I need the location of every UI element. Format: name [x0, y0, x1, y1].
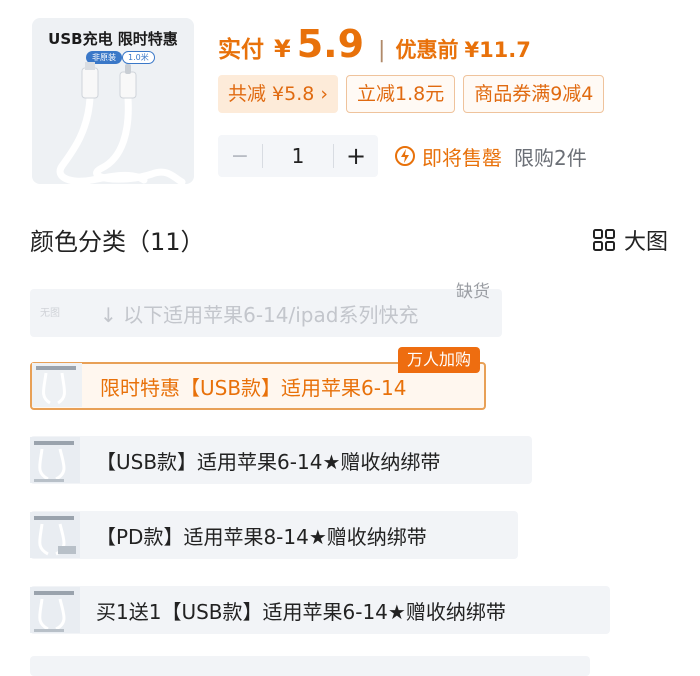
popular-badge: 万人加购	[398, 347, 481, 373]
instant-discount-badge: 立减1.8元	[345, 75, 456, 113]
option-label: ↓ 以下适用苹果6-14/ipad系列快充	[100, 302, 419, 327]
price-row: 实付 ¥ 5.9 | 优惠前 ¥11.7	[218, 22, 531, 70]
cable-illustration	[56, 62, 186, 184]
increase-quantity-button[interactable]: +	[334, 142, 378, 170]
coupon-badge: 商品券满9减4	[463, 75, 605, 113]
product-image[interactable]: USB充电 限时特惠 非原装 1.0米	[32, 18, 194, 184]
option-item[interactable]: 【PD款】适用苹果8-14★赠收纳绑带	[30, 511, 518, 559]
option-item[interactable]: 买1送1【USB款】适用苹果6-14★赠收纳绑带	[30, 586, 610, 634]
no-image-label: 无图	[40, 308, 60, 319]
cable-thumbnail-image	[30, 587, 80, 633]
lightning-circle-icon	[395, 146, 415, 166]
currency-symbol: ¥	[274, 35, 291, 63]
option-label: 【USB款】适用苹果6-14★赠收纳绑带	[96, 449, 441, 474]
purchase-limit: 限购2件	[514, 145, 587, 170]
discount-list: 共减 ¥5.8 › 立减1.8元 商品券满9减4	[218, 75, 605, 113]
large-view-toggle[interactable]: 大图	[592, 224, 668, 256]
cable-thumbnail-image	[32, 363, 82, 407]
sold-out-badge: 缺货	[456, 282, 490, 302]
option-item[interactable]	[30, 656, 590, 676]
option-thumbnail	[30, 437, 80, 483]
option-thumbnail	[30, 587, 80, 633]
color-category-title: 颜色分类（11）	[30, 228, 205, 256]
option-thumbnail	[30, 512, 80, 558]
option-label: 买1送1【USB款】适用苹果6-14★赠收纳绑带	[96, 599, 506, 624]
stock-status: 即将售罄 限购2件	[394, 140, 587, 172]
decrease-quantity-button[interactable]: −	[218, 144, 262, 169]
price-separator: |	[378, 38, 386, 63]
option-thumbnail-placeholder: 无图	[30, 290, 80, 336]
quantity-input[interactable]: 1	[263, 144, 333, 168]
stock-status-text: 即将售罄	[422, 145, 502, 170]
quantity-stepper: − 1 +	[218, 135, 378, 177]
option-thumbnail	[32, 363, 82, 409]
option-item-disabled: 无图 ↓ 以下适用苹果6-14/ipad系列快充	[30, 289, 502, 337]
option-item[interactable]: 【USB款】适用苹果6-14★赠收纳绑带	[30, 436, 532, 484]
original-price-label: 优惠前	[395, 38, 459, 62]
final-price: 5.9	[296, 22, 365, 66]
cable-thumbnail-image	[30, 512, 80, 558]
original-price: ¥11.7	[464, 38, 531, 62]
cable-thumbnail-image	[30, 437, 80, 483]
product-image-title: USB充电 限时特惠	[48, 30, 178, 48]
grid-icon	[592, 229, 615, 251]
price-label: 实付	[218, 37, 264, 63]
large-view-label: 大图	[623, 230, 668, 255]
option-label: 限时特惠【USB款】适用苹果6-14	[100, 375, 407, 400]
option-label: 【PD款】适用苹果8-14★赠收纳绑带	[96, 524, 427, 549]
total-discount-button[interactable]: 共减 ¥5.8 ›	[218, 75, 338, 113]
